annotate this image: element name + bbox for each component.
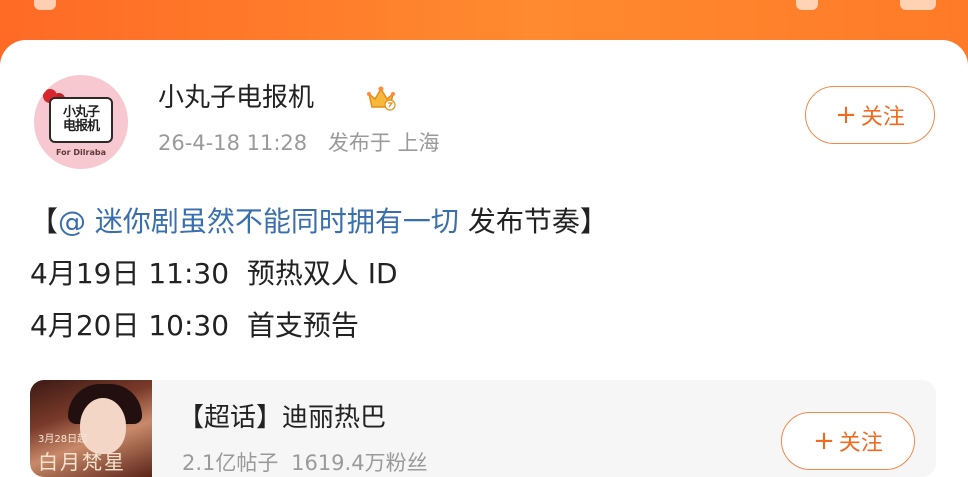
schedule-line: 4月19日 11:30 预热双人 ID [30, 257, 398, 290]
post-location: 发布于 上海 [327, 131, 440, 155]
super-topic-stats: 2.1亿帖子 1619.4万粉丝 [182, 448, 434, 477]
poster-title: 白月梵星 [38, 450, 126, 474]
crown-icon[interactable] [366, 84, 396, 112]
poster-date: 3月28日起 [38, 434, 88, 445]
mention-link[interactable]: @ 迷你剧虽然不能同时拥有一切 [58, 205, 459, 238]
author-name[interactable]: 小丸子电报机 [158, 80, 314, 116]
plus-icon: + [813, 426, 835, 456]
super-topic-thumbnail: 3月28日起 白月梵星 [30, 380, 152, 477]
status-bar-icon [900, 0, 936, 10]
follow-label: 关注 [860, 105, 905, 130]
schedule-line: 4月20日 10:30 首支预告 [30, 309, 359, 342]
avatar-caption: For Dilraba [56, 148, 106, 157]
plus-icon: + [835, 100, 857, 130]
status-bar-icon [796, 0, 818, 10]
avatar-text-line1: 小丸子 [62, 105, 100, 121]
avatar-text-line2: 电报机 [62, 119, 100, 134]
super-topic-fans: 1619.4万粉丝 [291, 451, 428, 475]
status-bar-icon [34, 0, 56, 10]
super-topic-title: 【超话】迪丽热巴 [178, 403, 387, 433]
headline-open-bracket: 【 [30, 205, 59, 238]
super-topic-posts: 2.1亿帖子 [182, 451, 279, 475]
headline-tail: 发布节奏】 [458, 205, 608, 238]
follow-author-button[interactable]: + 关注 [805, 86, 935, 144]
author-avatar[interactable]: 小丸子 电报机 For Dilraba [34, 75, 128, 169]
post-time: 26-4-18 11:28 [158, 131, 308, 155]
post-meta: 26-4-18 11:28 发布于 上海 [158, 128, 454, 158]
post-body: 【@ 迷你剧虽然不能同时拥有一切 发布节奏】 4月19日 11:30 预热双人 … [30, 196, 608, 352]
follow-label: 关注 [838, 431, 883, 456]
post-headline: 【@ 迷你剧虽然不能同时拥有一切 发布节奏】 [30, 196, 608, 248]
follow-super-topic-button[interactable]: + 关注 [781, 412, 915, 470]
avatar-sign: 小丸子 电报机 [49, 97, 113, 143]
